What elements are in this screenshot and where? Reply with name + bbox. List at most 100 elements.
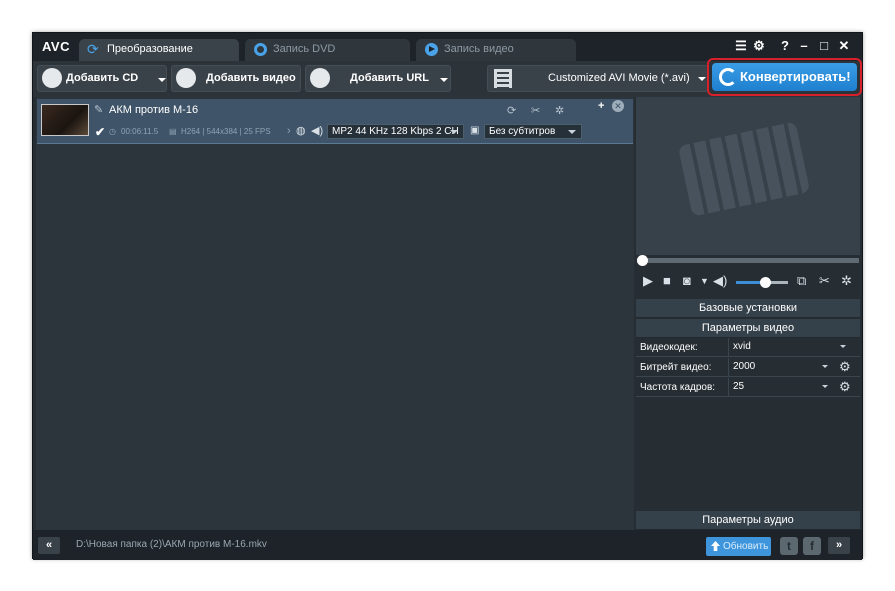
add-url-label: Добавить URL: [350, 72, 429, 84]
globe-icon: [310, 68, 330, 88]
facebook-icon[interactable]: f: [803, 537, 821, 555]
volume-slider[interactable]: [736, 277, 788, 288]
magic-wand-icon[interactable]: ✲: [841, 273, 852, 289]
prop-label: Битрейт видео:: [640, 362, 712, 373]
tab-convert-label: Преобразование: [107, 43, 193, 55]
video-info: H264 | 544x384 | 25 FPS: [181, 127, 271, 136]
convert-label: Конвертировать!: [740, 69, 851, 84]
add-cd-button[interactable]: Добавить CD диск: [37, 65, 167, 109]
chevron-down-icon: [568, 130, 576, 134]
film-reel-icon: [176, 68, 196, 88]
film-icon: ▤: [169, 127, 177, 136]
clock-icon: ◷: [109, 127, 116, 136]
play-icon: [425, 43, 438, 56]
right-panel: ▶ ■ ◙ ▼ ◀) ⧉ ✂ ✲ Базовые установки Парам…: [635, 97, 861, 530]
prop-label: Частота кадров:: [640, 382, 716, 393]
scissors-icon[interactable]: ✂: [819, 273, 830, 289]
basic-settings-header[interactable]: Базовые установки: [636, 299, 860, 318]
video-codec-select[interactable]: xvid: [728, 338, 850, 356]
twitter-icon[interactable]: t: [780, 537, 798, 555]
remove-icon[interactable]: ✕: [612, 100, 624, 112]
magic-wand-icon[interactable]: ✲: [555, 104, 564, 117]
snapshot-icon[interactable]: ◙: [683, 273, 691, 288]
video-bitrate-select[interactable]: 2000: [728, 358, 832, 376]
add-video-label: Добавить видео: [206, 72, 296, 84]
seek-handle[interactable]: [637, 255, 648, 266]
output-profile-value: Customized AVI Movie (*.avi): [548, 72, 690, 84]
tab-dvd-label: Запись DVD: [273, 43, 336, 55]
subtitles-value: Без субтитров: [489, 126, 556, 137]
status-bar: « D:\Новая папка (2)\АКМ против М-16.mkv…: [33, 530, 862, 560]
add-video-button[interactable]: Добавить видео: [171, 65, 301, 92]
film-strip-icon: [494, 69, 512, 88]
subtitles-select[interactable]: Без субтитров: [484, 124, 582, 139]
tab-record[interactable]: Запись видео: [416, 39, 576, 61]
file-row[interactable]: ✎ АКМ против М-16 ✔ ◷ 00:06:11.5 ▤ H264 …: [37, 99, 633, 144]
include-checkbox[interactable]: ✔: [95, 125, 105, 139]
prop-video-bitrate: Битрейт видео: 2000 ⚙: [636, 358, 860, 377]
popout-icon[interactable]: ⧉: [797, 273, 806, 289]
chevron-down-icon: [840, 345, 846, 348]
gear-icon[interactable]: ⚙: [839, 380, 851, 394]
chevron-down-icon[interactable]: ▼: [700, 276, 709, 286]
audio-track-icon: ◍: [296, 125, 306, 137]
volume-handle[interactable]: [759, 277, 771, 288]
scissors-icon[interactable]: ✂: [531, 104, 540, 117]
convert-button[interactable]: Конвертировать!: [712, 63, 857, 91]
tab-convert[interactable]: ⟳ Преобразование: [79, 39, 239, 61]
convert-highlight: Конвертировать!: [707, 58, 862, 96]
play-icon[interactable]: ▶: [643, 273, 653, 289]
seek-bar[interactable]: [637, 255, 859, 266]
tab-record-label: Запись видео: [444, 43, 514, 55]
log-icon[interactable]: ☰: [733, 38, 749, 54]
settings-gear-icon[interactable]: ⚙: [751, 38, 767, 54]
prop-label: Видеокодек:: [640, 342, 698, 353]
speaker-icon: ◀): [311, 125, 324, 137]
chevron-down-icon: [440, 78, 448, 82]
add-url-button[interactable]: Добавить URL: [305, 65, 451, 92]
update-button[interactable]: Обновить: [706, 537, 771, 556]
prop-value: 2000: [733, 361, 756, 372]
speaker-icon[interactable]: ◀): [713, 273, 727, 289]
app-window: AVC ⟳ Преобразование Запись DVD Запись в…: [32, 32, 863, 560]
volume-track-rest: [770, 281, 788, 284]
app-logo: AVC: [42, 39, 70, 54]
maximize-icon[interactable]: □: [816, 38, 832, 54]
chevron-right-icon: ›: [287, 125, 291, 137]
audio-track-value: MP2 44 KHz 128 Kbps 2 CH: [332, 126, 459, 137]
refresh-icon[interactable]: ⟳: [507, 104, 516, 117]
film-reel-icon: [677, 121, 811, 217]
pencil-icon[interactable]: ✎: [94, 103, 103, 116]
stop-icon[interactable]: ■: [663, 273, 671, 288]
refresh-icon: [719, 68, 737, 86]
frame-rate-select[interactable]: 25: [728, 378, 832, 396]
preview-area: [636, 97, 860, 255]
title-bar: AVC ⟳ Преобразование Запись DVD Запись в…: [33, 33, 862, 61]
chevron-down-icon: [822, 365, 828, 368]
cd-icon: [42, 68, 62, 88]
chevron-down-icon: [158, 78, 166, 82]
close-icon[interactable]: ✕: [836, 38, 852, 54]
prop-frame-rate: Частота кадров: 25 ⚙: [636, 378, 860, 397]
expand-button[interactable]: »: [828, 537, 850, 554]
collapse-button[interactable]: «: [38, 537, 60, 554]
gear-icon[interactable]: ⚙: [839, 360, 851, 374]
video-params-header[interactable]: Параметры видео: [636, 319, 860, 338]
subtitle-icon: ▣: [470, 125, 480, 136]
help-button[interactable]: ?: [777, 38, 793, 54]
output-path: D:\Новая папка (2)\АКМ против М-16.mkv: [76, 539, 267, 550]
tab-dvd[interactable]: Запись DVD: [245, 39, 410, 61]
chevron-down-icon: [822, 385, 828, 388]
add-icon[interactable]: +: [598, 100, 604, 112]
minimize-icon[interactable]: –: [796, 38, 812, 54]
convert-icon: ⟳: [87, 41, 99, 57]
file-list: ✎ АКМ против М-16 ✔ ◷ 00:06:11.5 ▤ H264 …: [36, 97, 634, 530]
chevron-down-icon: [450, 130, 458, 134]
video-thumbnail: [41, 104, 89, 136]
duration: 00:06:11.5: [121, 127, 159, 136]
update-label: Обновить: [723, 541, 769, 552]
audio-track-select[interactable]: MP2 44 KHz 128 Kbps 2 CH: [327, 124, 464, 139]
audio-params-header[interactable]: Параметры аудио: [636, 511, 860, 530]
output-profile-select[interactable]: Customized AVI Movie (*.avi): [487, 65, 709, 92]
disc-icon: [254, 43, 267, 56]
